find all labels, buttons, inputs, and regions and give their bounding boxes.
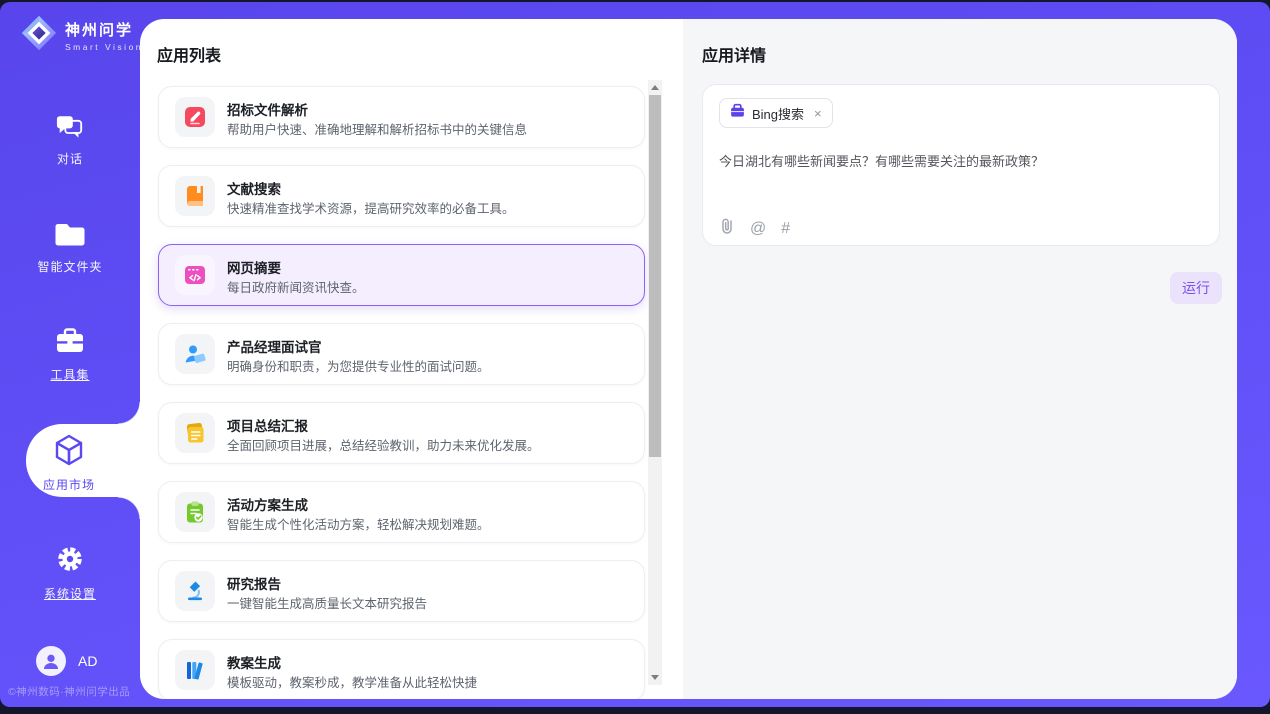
prompt-card: Bing搜索 × 今日湖北有哪些新闻要点？有哪些需要关注的最新政策？ @ # <box>702 84 1220 246</box>
app-desc: 一键智能生成高质量长文本研究报告 <box>227 593 427 612</box>
diamond-logo-icon <box>20 14 58 57</box>
app-list-title: 应用列表 <box>157 42 221 66</box>
list-scrollbar[interactable] <box>648 80 662 685</box>
app-desc: 模板驱动，教案秒成，教学准备从此轻松快捷 <box>227 672 477 691</box>
microscope-icon <box>175 571 215 611</box>
bubble-curve-top <box>118 402 140 424</box>
sidebar-item-label: 工具集 <box>0 366 140 383</box>
app-frame: 神州问学 Smart Vision 对话 智能文件夹 <box>0 2 1270 707</box>
app-name: 教案生成 <box>227 652 281 672</box>
app-desc: 明确身份和职责，为您提供专业性的面试问题。 <box>227 356 490 375</box>
sidebar-item-app-market[interactable]: 应用市场 <box>26 424 140 497</box>
close-icon[interactable]: × <box>814 106 822 121</box>
app-desc: 每日政府新闻资讯快查。 <box>227 277 365 296</box>
prompt-input[interactable]: 今日湖北有哪些新闻要点？有哪些需要关注的最新政策？ <box>719 151 1199 170</box>
app-card-research-report[interactable]: 研究报告 一键智能生成高质量长文本研究报告 <box>158 560 645 622</box>
browser-code-icon <box>175 255 215 295</box>
app-card-event-plan[interactable]: 活动方案生成 智能生成个性化活动方案，轻松解决规划难题。 <box>158 481 645 543</box>
app-desc: 快速精准查找学术资源，提高研究效率的必备工具。 <box>227 198 515 217</box>
app-card-pm-interviewer[interactable]: 产品经理面试官 明确身份和职责，为您提供专业性的面试问题。 <box>158 323 645 385</box>
sidebar-item-label: 应用市场 <box>26 476 112 493</box>
app-card-web-summary[interactable]: 网页摘要 每日政府新闻资讯快查。 <box>158 244 645 306</box>
books-icon <box>175 650 215 690</box>
bubble-curve-bottom <box>118 497 140 519</box>
app-name: 产品经理面试官 <box>227 336 322 356</box>
sidebar-item-chat[interactable]: 对话 <box>0 113 140 167</box>
interviewer-icon <box>175 334 215 374</box>
app-name: 项目总结汇报 <box>227 415 308 435</box>
avatar <box>36 646 66 676</box>
app-detail-pane: 应用详情 Bing搜索 × 今日湖北有哪些新闻要点？有哪些需要关注的最新政策？ <box>683 19 1237 699</box>
cube-icon <box>51 455 87 472</box>
user-name: AD <box>78 653 97 669</box>
hash-icon[interactable]: # <box>781 220 790 238</box>
app-desc: 全面回顾项目进展，总结经验教训，助力未来优化发展。 <box>227 435 540 454</box>
sidebar-item-settings[interactable]: 系统设置 <box>0 544 140 602</box>
sidebar-item-smart-folder[interactable]: 智能文件夹 <box>0 222 140 275</box>
app-desc: 帮助用户快速、准确地理解和解析招标书中的关键信息 <box>227 119 527 138</box>
app-name: 研究报告 <box>227 573 281 593</box>
app-name: 活动方案生成 <box>227 494 308 514</box>
pen-square-icon <box>175 97 215 137</box>
user-account[interactable]: AD <box>36 646 97 676</box>
app-name: 网页摘要 <box>227 257 281 277</box>
scrollbar-thumb[interactable] <box>649 95 661 457</box>
brand-logo: 神州问学 Smart Vision <box>20 14 143 57</box>
scroll-up-icon[interactable] <box>651 85 659 90</box>
copyright-text: ©神州数码·神州问学出品 <box>8 684 158 699</box>
attachment-icon[interactable] <box>719 217 735 240</box>
tool-tag-label: Bing搜索 <box>752 104 804 123</box>
app-detail-title: 应用详情 <box>702 42 766 66</box>
sidebar-item-label: 智能文件夹 <box>0 258 140 275</box>
briefcase-icon <box>730 103 745 123</box>
gear-icon <box>55 561 85 578</box>
toolbox-icon <box>55 342 85 359</box>
app-card-project-report[interactable]: 项目总结汇报 全面回顾项目进展，总结经验教训，助力未来优化发展。 <box>158 402 645 464</box>
mention-icon[interactable]: @ <box>750 220 766 238</box>
tool-tag-bing-search: Bing搜索 × <box>719 98 833 128</box>
app-card-literature-search[interactable]: 文献搜索 快速精准查找学术资源，提高研究效率的必备工具。 <box>158 165 645 227</box>
app-name: 文献搜索 <box>227 178 281 198</box>
brand-title: 神州问学 <box>65 22 133 39</box>
book-icon <box>175 176 215 216</box>
app-card-lesson-plan[interactable]: 教案生成 模板驱动，教案秒成，教学准备从此轻松快捷 <box>158 639 645 699</box>
run-button[interactable]: 运行 <box>1170 272 1222 304</box>
content-window: 应用列表 招标文件解析 帮助用户快速、准确地理解和解析招标书中的关键信息 <box>140 19 1237 699</box>
sidebar-item-label: 对话 <box>0 150 140 167</box>
app-name: 招标文件解析 <box>227 99 308 119</box>
notes-icon <box>175 413 215 453</box>
scroll-down-icon[interactable] <box>651 675 659 680</box>
app-card-bid-analysis[interactable]: 招标文件解析 帮助用户快速、准确地理解和解析招标书中的关键信息 <box>158 86 645 148</box>
chat-icon <box>56 126 84 143</box>
folder-icon <box>55 234 85 251</box>
sidebar-item-toolbox[interactable]: 工具集 <box>0 328 140 383</box>
app-desc: 智能生成个性化活动方案，轻松解决规划难题。 <box>227 514 490 533</box>
clipboard-check-icon <box>175 492 215 532</box>
brand-subtitle: Smart Vision <box>65 42 143 52</box>
sidebar-item-label: 系统设置 <box>0 585 140 602</box>
